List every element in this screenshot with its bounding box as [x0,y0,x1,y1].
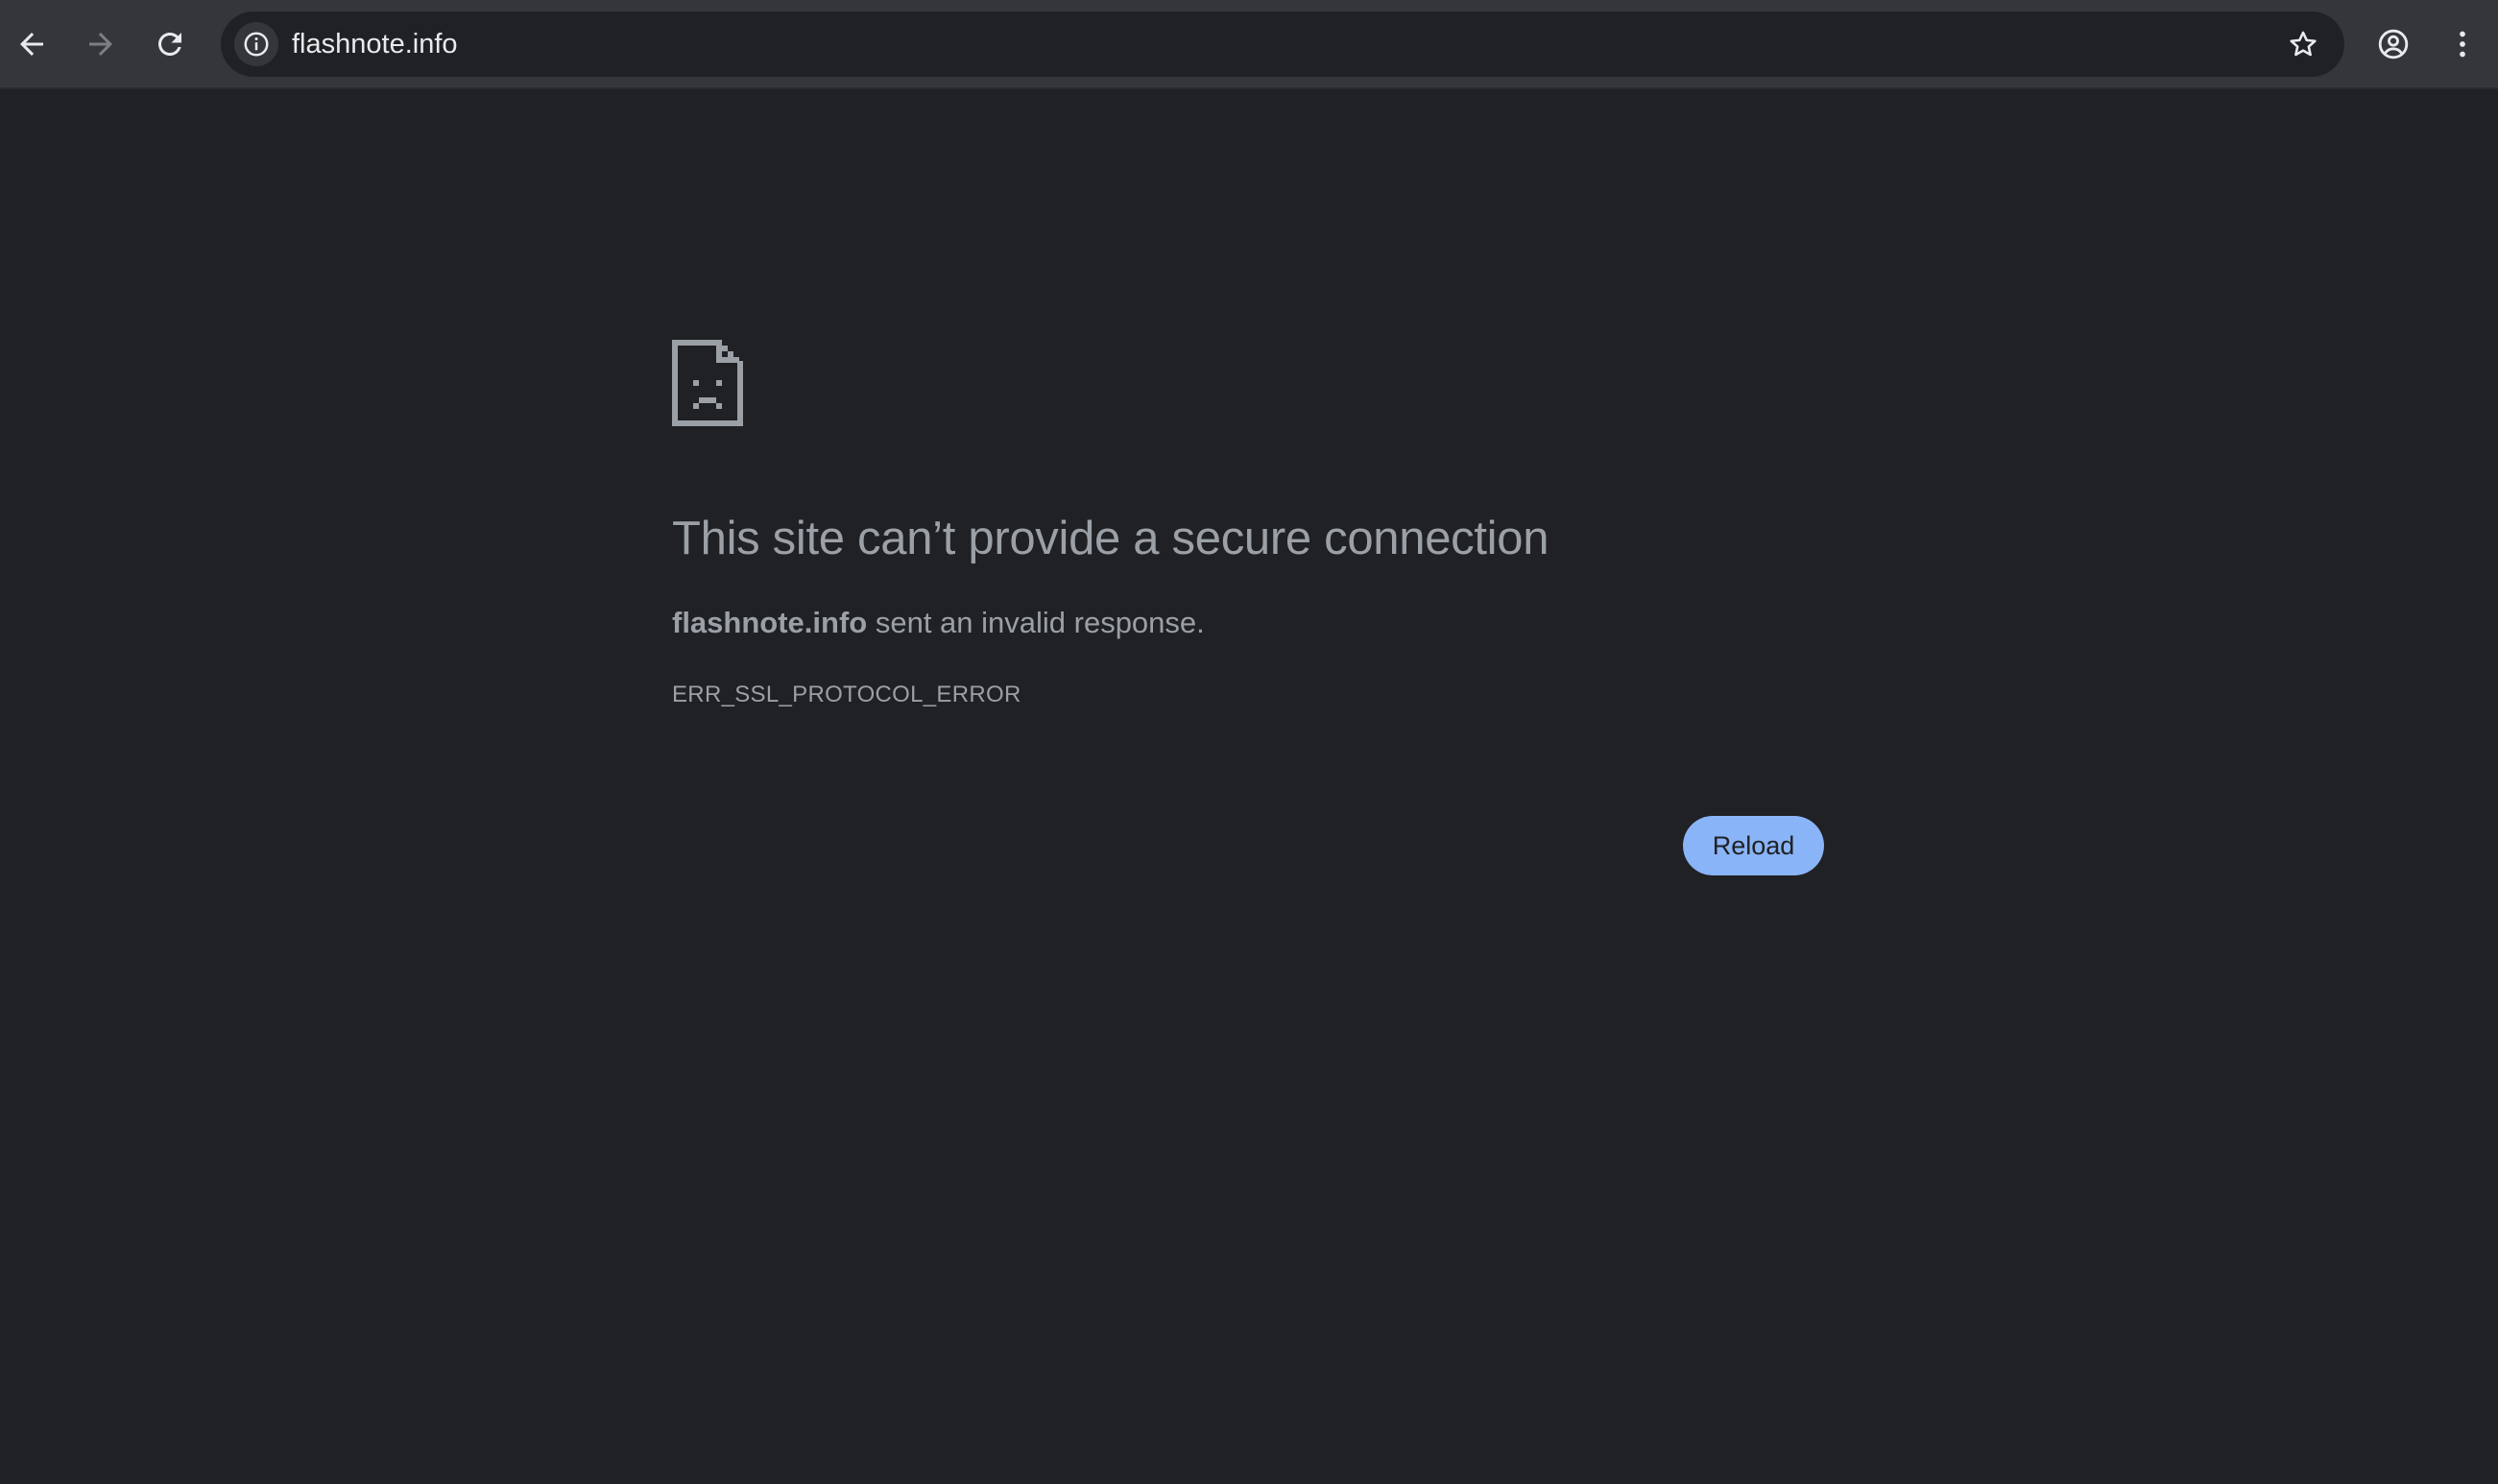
error-summary: flashnote.info sent an invalid response. [672,606,1205,640]
profile-button[interactable] [2366,16,2421,72]
sad-document-icon [672,340,743,426]
reload-toolbar-button[interactable] [142,16,198,72]
error-message: sent an invalid response. [867,606,1205,639]
url-text[interactable]: flashnote.info [292,12,458,77]
address-bar[interactable]: flashnote.info [221,12,2344,77]
browser-toolbar: flashnote.info [0,0,2498,89]
error-code: ERR_SSL_PROTOCOL_ERROR [672,682,1021,707]
forward-button[interactable] [73,16,129,72]
error-title: This site can’t provide a secure connect… [672,513,1549,564]
star-icon [2290,31,2317,57]
reload-icon [158,33,181,56]
error-page: This site can’t provide a secure connect… [0,89,2498,1484]
back-button[interactable] [4,16,60,72]
profile-icon [2378,29,2409,60]
kebab-menu-icon [2460,31,2465,58]
bookmark-button[interactable] [2281,22,2325,66]
error-host: flashnote.info [672,606,868,639]
site-info-button[interactable] [234,22,278,66]
back-arrow-icon [20,33,43,56]
reload-button[interactable]: Reload [1683,816,1824,875]
info-icon [244,32,269,57]
forward-arrow-icon [89,33,112,56]
browser-menu-button[interactable] [2435,16,2490,72]
